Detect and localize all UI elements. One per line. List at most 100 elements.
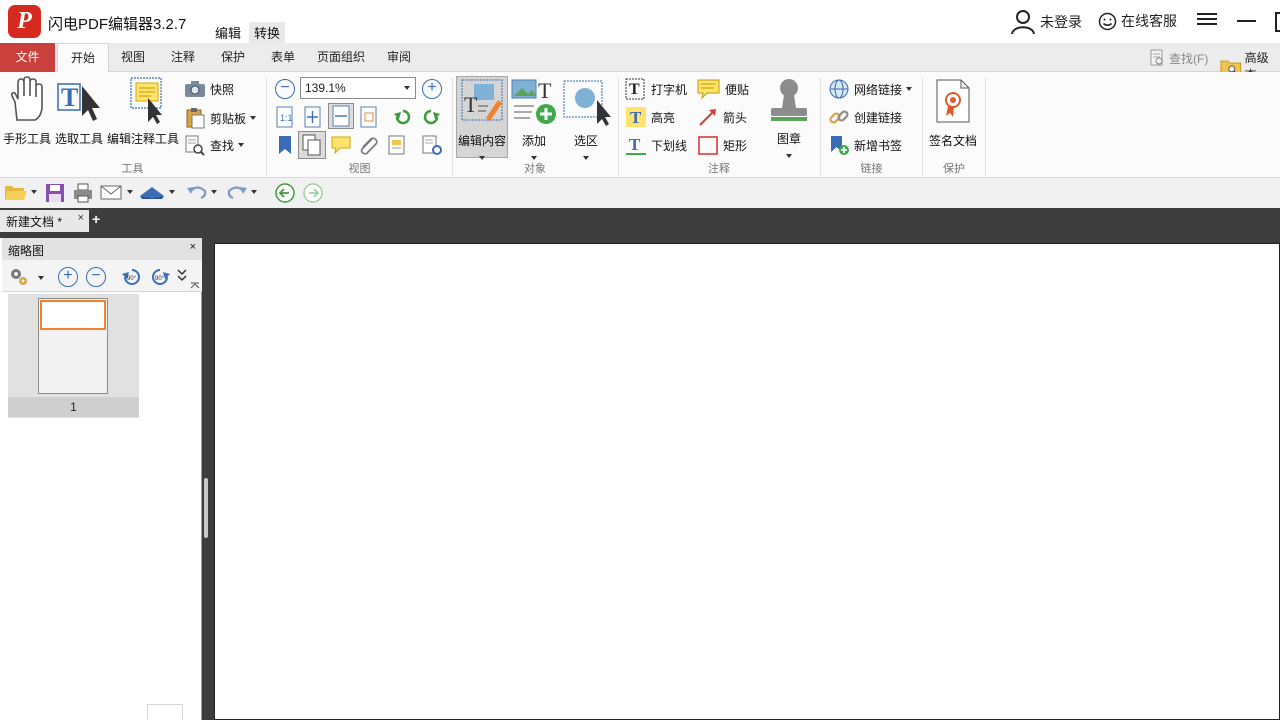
note-button[interactable]: 便贴	[697, 78, 749, 100]
stamp-dropdown-icon	[786, 154, 792, 158]
print-icon[interactable]	[72, 182, 94, 204]
tab-annotate[interactable]: 注释	[163, 43, 203, 72]
tab-form[interactable]: 表单	[263, 43, 303, 72]
menu-icon[interactable]	[1197, 10, 1217, 30]
web-link-button[interactable]: 网络链接	[828, 78, 913, 100]
zoom-select[interactable]: 139.1%	[300, 77, 416, 99]
email-dropdown-icon	[127, 190, 133, 194]
tab-file[interactable]: 文件	[0, 43, 55, 72]
new-tab-icon[interactable]: +	[92, 212, 104, 226]
arrow-button[interactable]: 箭头	[697, 106, 747, 128]
find-doc-icon	[1150, 49, 1163, 66]
zoom-value: 139.1%	[305, 81, 346, 95]
settings-icon[interactable]	[8, 266, 30, 288]
clipboard-button[interactable]: 剪贴板	[184, 107, 257, 129]
pdf-page[interactable]	[214, 243, 1280, 720]
group-separator	[985, 78, 986, 176]
settings-dropdown-icon[interactable]	[38, 276, 44, 280]
select-area-button[interactable]: 选区	[560, 78, 612, 163]
page-thumbnail[interactable]: 1	[8, 294, 139, 418]
note-icon	[697, 79, 720, 100]
maximize-button[interactable]	[1275, 12, 1280, 32]
bookmark-icon[interactable]	[275, 134, 295, 156]
find-button[interactable]: 查找(F)	[1148, 49, 1208, 67]
find-dropdown-icon	[238, 143, 245, 147]
email-button[interactable]	[100, 182, 133, 202]
page-settings-icon[interactable]	[420, 134, 444, 156]
typewriter-button[interactable]: T 打字机	[625, 78, 687, 100]
underline-button[interactable]: T 下划线	[625, 134, 687, 156]
text-select-icon: T	[57, 83, 100, 121]
snapshot-button[interactable]: 快照	[184, 80, 234, 98]
find-tool-button[interactable]: 查找	[184, 134, 245, 156]
ribbon-tab-bar: 文件 开始 视图 注释 保护 表单 页面组织 审阅 查找(F) 高级查	[0, 43, 1280, 82]
camera-icon	[185, 81, 205, 97]
fit-width-icon[interactable]	[328, 103, 354, 129]
title-tab-convert[interactable]: 转换	[249, 22, 286, 43]
forward-icon[interactable]	[302, 182, 324, 204]
thumb-zoom-out-button[interactable]: −	[86, 267, 106, 287]
zoom-in-button[interactable]: +	[422, 79, 442, 99]
cloud-dropdown-icon	[169, 190, 175, 194]
comment-icon[interactable]	[330, 134, 352, 156]
online-service-button[interactable]: 在线客服	[1098, 11, 1177, 31]
new-bookmark-button[interactable]: 新增书签	[828, 134, 902, 156]
thumb-zoom-in-button[interactable]: +	[58, 267, 78, 287]
minimize-button[interactable]	[1237, 20, 1256, 22]
cloud-button[interactable]	[138, 182, 175, 202]
panel-splitter[interactable]	[202, 238, 210, 720]
web-link-label: 网络链接	[854, 82, 903, 97]
title-tab-edit[interactable]: 编辑	[210, 22, 246, 43]
close-tab-icon[interactable]: ×	[78, 212, 84, 224]
online-service-label: 在线客服	[1121, 13, 1177, 29]
app-title: 闪电PDF编辑器3.2.7	[48, 16, 187, 33]
edit-annotation-tool-button[interactable]: 编辑注释工具	[106, 76, 180, 147]
page-info-icon[interactable]	[386, 134, 408, 156]
stamp-button[interactable]: 图章	[764, 76, 814, 161]
document-tab[interactable]: 新建文档 * ×	[0, 210, 89, 232]
thumbnail-viewport	[40, 300, 106, 330]
rectangle-button[interactable]: 矩形	[697, 134, 747, 156]
attachment-icon[interactable]	[357, 134, 379, 156]
redo-button[interactable]	[226, 182, 257, 202]
tab-protect[interactable]: 保护	[213, 43, 253, 72]
zoom-out-button[interactable]: −	[275, 79, 295, 99]
back-icon[interactable]	[274, 182, 296, 204]
undo-button[interactable]	[186, 182, 217, 202]
more-chevron-icon[interactable]	[176, 268, 188, 284]
group-label-objects: 对象	[524, 163, 546, 175]
collapse-icon[interactable]	[190, 282, 200, 290]
page-layout-icon[interactable]	[298, 131, 326, 159]
highlight-button[interactable]: T 高亮	[625, 106, 675, 128]
close-panel-icon[interactable]: ×	[190, 241, 196, 253]
pages-icon	[147, 704, 183, 720]
rotate-right-icon[interactable]	[420, 106, 442, 128]
save-icon[interactable]	[44, 182, 66, 204]
fit-visible-icon[interactable]	[359, 106, 379, 128]
rotate-left-icon[interactable]	[392, 106, 414, 128]
fit-page-icon[interactable]	[303, 106, 323, 128]
user-icon	[1011, 10, 1035, 35]
rotate-ccw-icon[interactable]: 90°	[120, 265, 144, 289]
actual-size-icon[interactable]: 1:1	[275, 106, 295, 128]
sign-document-button[interactable]: 签名文档	[926, 78, 980, 149]
add-object-button[interactable]: T 添加	[510, 78, 558, 163]
login-label: 未登录	[1040, 14, 1082, 30]
add-object-label: 添加	[521, 134, 546, 148]
redo-icon	[227, 186, 247, 200]
hand-tool-button[interactable]: 手形工具	[2, 76, 52, 147]
login-button[interactable]: 未登录	[1010, 9, 1082, 35]
svg-text:T: T	[630, 108, 642, 127]
select-tool-button[interactable]: T 选取工具	[53, 76, 105, 147]
open-button[interactable]	[4, 182, 37, 202]
sign-document-label: 签名文档	[928, 134, 977, 148]
create-link-button[interactable]: 创建链接	[828, 106, 902, 128]
rectangle-icon	[698, 136, 718, 155]
tab-page-organize[interactable]: 页面组织	[311, 43, 371, 72]
tab-review[interactable]: 审阅	[379, 43, 419, 72]
highlight-icon: T	[626, 107, 646, 127]
splitter-handle[interactable]	[204, 478, 208, 538]
tab-home[interactable]: 开始	[57, 43, 109, 73]
tab-view[interactable]: 视图	[113, 43, 153, 72]
rotate-cw-icon[interactable]: 90°	[148, 265, 172, 289]
